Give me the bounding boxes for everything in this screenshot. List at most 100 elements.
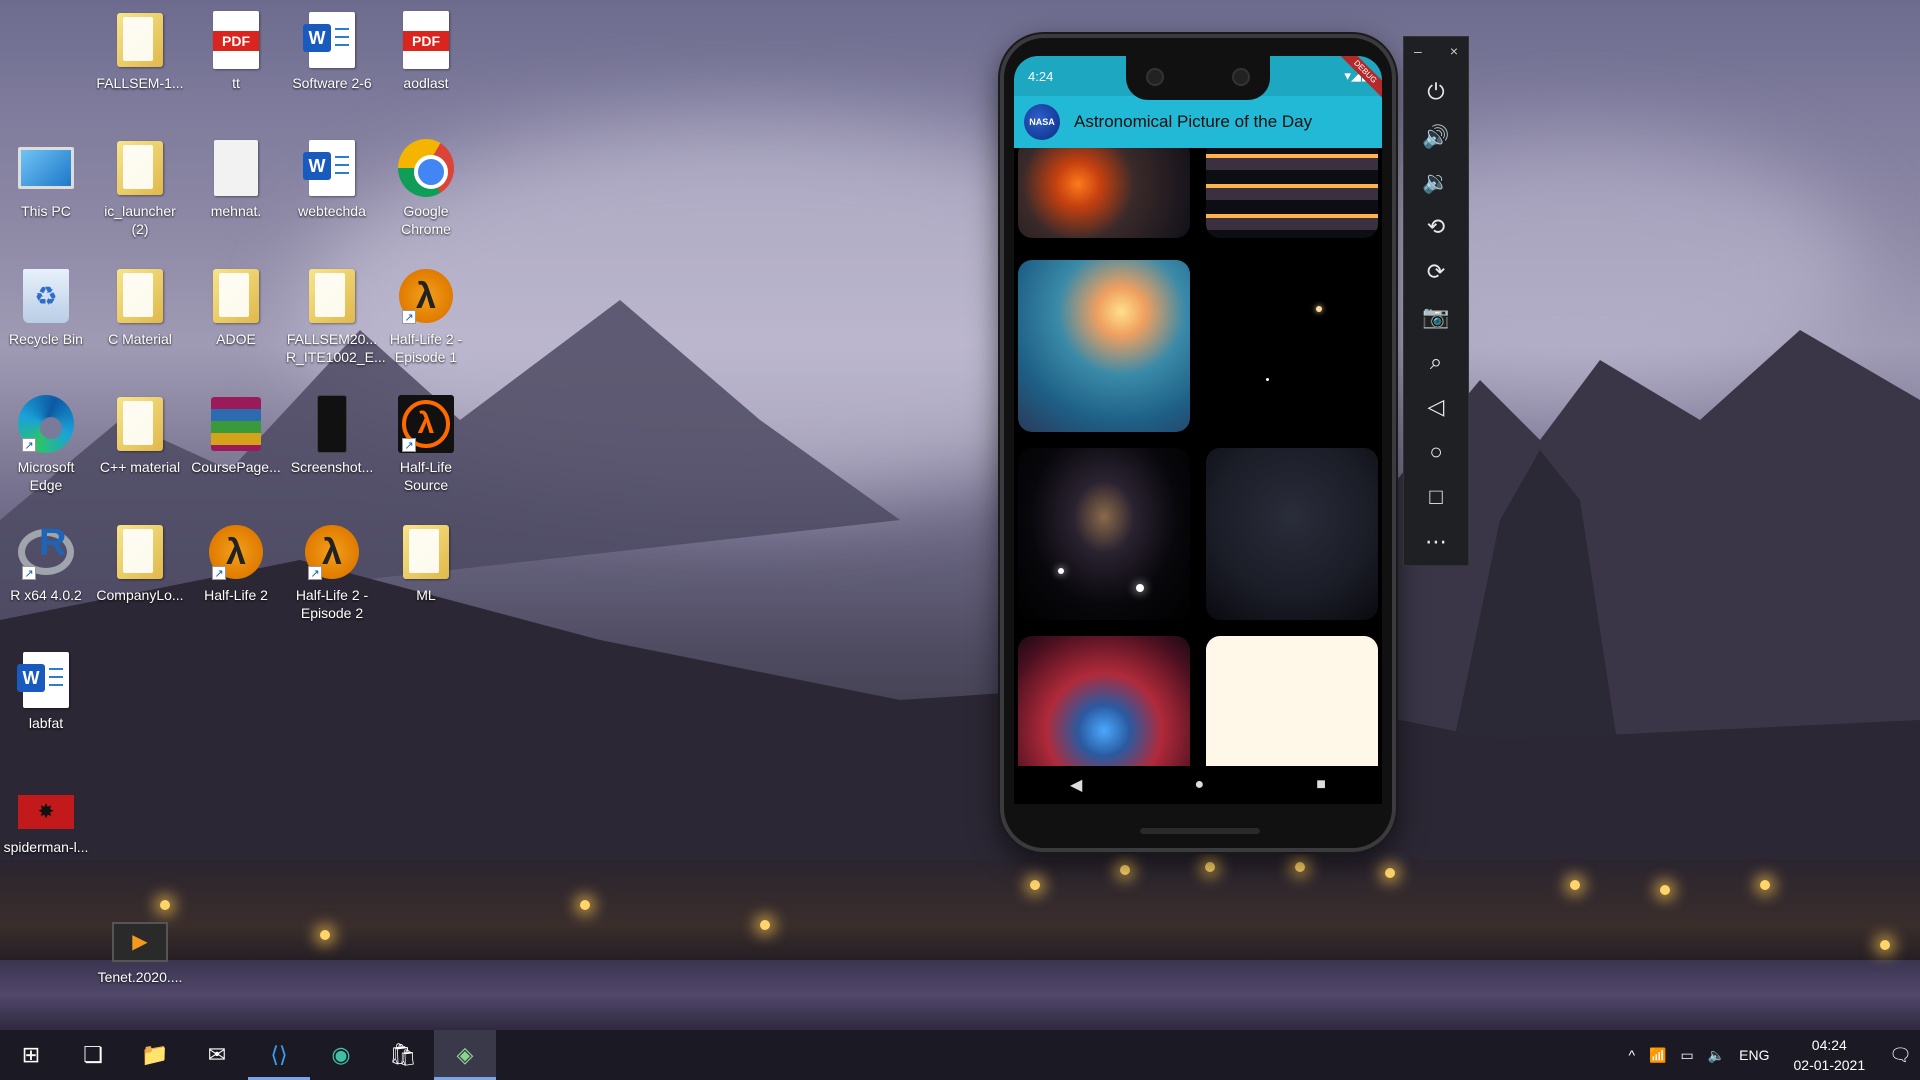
back-button[interactable]: ◁ — [1404, 384, 1468, 429]
front-camera-icon — [1146, 68, 1164, 86]
minimize-button[interactable]: – — [1414, 43, 1422, 63]
folder-icon — [117, 397, 163, 451]
grid-image-nebula[interactable] — [1018, 260, 1190, 432]
grid-image-galaxy[interactable] — [1018, 448, 1190, 620]
grid-image-volcano[interactable] — [1018, 148, 1190, 238]
desktop-icon-label: aodlast — [403, 75, 449, 91]
desktop-icon-coursepage[interactable]: CoursePage... — [190, 394, 282, 476]
desktop-icon-recycle-bin[interactable]: ♻ Recycle Bin — [0, 266, 92, 348]
nav-home-icon[interactable]: ● — [1194, 776, 1204, 794]
desktop-icon-label: ic_launcher (2) — [104, 203, 176, 237]
notifications-icon[interactable]: 🗨 — [1889, 1045, 1912, 1066]
power-button[interactable]: ⏻ — [1404, 69, 1468, 114]
winrar-icon — [211, 397, 261, 451]
image-file-icon: ✸ — [18, 795, 74, 829]
android-studio-icon: ◈ — [456, 1042, 474, 1067]
desktop-icon-label: spiderman-l... — [3, 839, 89, 855]
grid-image-red-nebula[interactable] — [1018, 636, 1190, 766]
desktop-icon-label: CompanyLo... — [96, 587, 184, 603]
clock[interactable]: 04:24 02-01-2021 — [1784, 1035, 1876, 1075]
desktop-icon-screenshot[interactable]: Screenshot... — [286, 394, 378, 476]
nav-back-icon[interactable]: ◀ — [1070, 775, 1082, 795]
status-time: 4:24 — [1028, 68, 1054, 84]
file-explorer-icon: 📁 — [141, 1042, 169, 1067]
zoom-icon: ⌕ — [1429, 348, 1443, 374]
desktop-icon-cpp-material[interactable]: C++ material — [94, 394, 186, 476]
desktop-icon-ml[interactable]: ML — [380, 522, 472, 604]
desktop-icon-webtechda[interactable]: W webtechda — [286, 138, 378, 220]
grid-image-loading[interactable] — [1206, 636, 1378, 766]
grid-image-sunsets[interactable] — [1206, 148, 1378, 238]
desktop-icon-half-life-source[interactable]: λ ↗ Half-Life Source — [380, 394, 472, 494]
volume-icon[interactable]: 🔈 — [1708, 1047, 1725, 1064]
desktop-icon-c-material[interactable]: C Material — [94, 266, 186, 348]
start-button[interactable]: ⊞ — [0, 1030, 62, 1080]
desktop-icon-tt[interactable]: PDF tt — [190, 10, 282, 92]
desktop-icon-aodlast[interactable]: PDF aodlast — [380, 10, 472, 92]
system-tray: ^ 📶 ▭ 🔈 ENG 04:24 02-01-2021 🗨 — [1628, 1035, 1920, 1075]
taskbar-store[interactable]: 🛍 — [372, 1030, 434, 1080]
home-button[interactable]: ○ — [1404, 429, 1468, 474]
desktop-icon-label: FALLSEM20... R_ITE1002_E... — [286, 331, 386, 365]
taskbar-file-explorer[interactable]: 📁 — [124, 1030, 186, 1080]
taskbar-edge[interactable]: ◉ — [310, 1030, 372, 1080]
desktop-icon-half-life-2[interactable]: λ ↗ Half-Life 2 — [190, 522, 282, 604]
rotate-left-icon: ⟲ — [1426, 213, 1446, 239]
desktop-icon-label: C++ material — [99, 459, 181, 475]
rotate-right-button[interactable]: ⟳ — [1404, 249, 1468, 294]
shortcut-arrow-icon: ↗ — [402, 310, 416, 324]
desktop-icon-half-life-2-episode-1[interactable]: λ ↗ Half-Life 2 - Episode 1 — [380, 266, 472, 366]
video-file-icon: ▶ — [112, 922, 168, 962]
more-button[interactable]: ⋯ — [1404, 519, 1468, 564]
desktop-icon-google-chrome[interactable]: Google Chrome — [380, 138, 472, 238]
folder-icon — [117, 525, 163, 579]
zoom-button[interactable]: ⌕ — [1404, 339, 1468, 384]
camera-notch — [1126, 56, 1270, 100]
taskbar-mail[interactable]: ✉ — [186, 1030, 248, 1080]
desktop-icon-half-life-2-episode-2[interactable]: λ ↗ Half-Life 2 - Episode 2 — [286, 522, 378, 622]
nav-recents-icon[interactable]: ■ — [1316, 776, 1326, 794]
close-button[interactable]: × — [1450, 43, 1458, 63]
show-hidden-icons-chevron[interactable]: ^ — [1628, 1047, 1635, 1063]
grid-image-starfield[interactable] — [1206, 448, 1378, 620]
battery-icon[interactable]: ▭ — [1681, 1047, 1694, 1064]
desktop-icon-label: Screenshot... — [290, 459, 374, 475]
screenshot-button[interactable]: 📷 — [1404, 294, 1468, 339]
desktop-icon-labfat[interactable]: W labfat — [0, 650, 92, 732]
desktop-icon-microsoft-edge[interactable]: ↗ Microsoft Edge — [0, 394, 92, 494]
desktop-icon-tenet[interactable]: ▶ Tenet.2020.... — [94, 920, 186, 986]
clock-date: 02-01-2021 — [1793, 1057, 1866, 1073]
desktop-icon-ic-launcher[interactable]: ic_launcher (2) — [94, 138, 186, 238]
volume-down-button[interactable]: 🔉 — [1404, 159, 1468, 204]
rotate-left-button[interactable]: ⟲ — [1404, 204, 1468, 249]
wifi-icon[interactable]: 📶 — [1649, 1047, 1666, 1064]
rotate-right-icon: ⟳ — [1426, 258, 1446, 284]
desktop-icon-mehnat[interactable]: mehnat. — [190, 138, 282, 220]
desktop-icon-this-pc[interactable]: This PC — [0, 138, 92, 220]
desktop-icon-label: ADOE — [216, 331, 256, 347]
desktop-icon-software[interactable]: W Software 2-6 — [286, 10, 378, 92]
desktop-icon-adoe[interactable]: ADOE — [190, 266, 282, 348]
volume-up-button[interactable]: 🔊 — [1404, 114, 1468, 159]
android-emulator-device: 4:24 ▾◢▮ DEBUG NASA Astronomical Picture… — [1000, 34, 1396, 852]
task-view-button[interactable]: ❏ — [62, 1030, 124, 1080]
taskbar-android-studio[interactable]: ◈ — [434, 1030, 496, 1080]
desktop-icon-companylo[interactable]: CompanyLo... — [94, 522, 186, 604]
store-icon: 🛍 — [389, 1042, 417, 1067]
desktop-icon-fallsem-folder[interactable]: FALLSEM-1... — [94, 10, 186, 92]
desktop-icon-label: This PC — [21, 203, 71, 219]
desktop-icon-fallsem20[interactable]: FALLSEM20... R_ITE1002_E... — [286, 266, 386, 366]
shortcut-arrow-icon: ↗ — [212, 566, 226, 580]
overview-button[interactable]: □ — [1404, 474, 1468, 519]
desktop-icon-label: Recycle Bin — [9, 331, 83, 347]
folder-icon — [117, 269, 163, 323]
desktop-icon-label: Google Chrome — [401, 203, 451, 237]
taskbar-vscode[interactable]: ⟨⟩ — [248, 1030, 310, 1080]
folder-icon — [117, 13, 163, 67]
desktop-icon-r[interactable]: R ↗ R x64 4.0.2 — [0, 522, 92, 604]
desktop-icon-label: ML — [416, 587, 436, 603]
input-language[interactable]: ENG — [1739, 1047, 1769, 1063]
grid-image-dark-sky[interactable] — [1206, 260, 1378, 432]
desktop-icon-label: C Material — [108, 331, 172, 347]
desktop-icon-spiderman[interactable]: ✸ spiderman-l... — [0, 790, 92, 856]
